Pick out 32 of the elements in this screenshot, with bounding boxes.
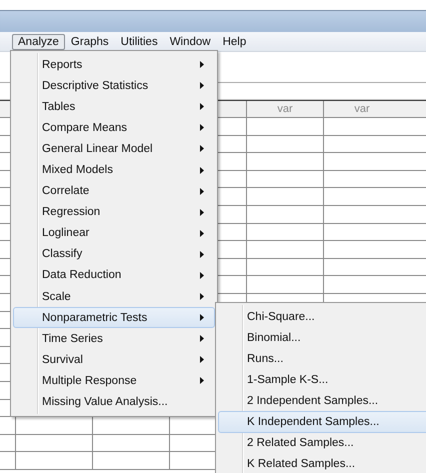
menu-item[interactable]: Time Series bbox=[13, 328, 215, 350]
menu-item[interactable]: Nonparametric Tests bbox=[13, 307, 215, 328]
menu-item[interactable]: Classify bbox=[13, 244, 215, 265]
menu-item[interactable]: Help bbox=[216, 34, 252, 50]
menu-item[interactable]: 2 Independent Samples... bbox=[218, 390, 426, 412]
menu-item[interactable]: Scale bbox=[13, 286, 215, 308]
menu-item[interactable]: Survival bbox=[13, 349, 215, 370]
menu-item[interactable]: Analyze bbox=[12, 34, 65, 50]
menu-item[interactable]: Compare Means bbox=[13, 117, 215, 138]
menu-item[interactable]: 1-Sample K-S... bbox=[218, 369, 426, 390]
menu-item[interactable]: Tables bbox=[13, 96, 215, 118]
menu-item[interactable]: Missing Value Analysis... bbox=[13, 392, 215, 413]
menu-item[interactable]: Descriptive Statistics bbox=[13, 75, 215, 96]
menu-item[interactable]: Regression bbox=[13, 202, 215, 223]
menu-item[interactable]: Chi-Square... bbox=[218, 306, 426, 328]
menu-item[interactable]: Multiple Response bbox=[13, 370, 215, 392]
menu-item[interactable]: Utilities bbox=[114, 34, 164, 50]
column-header: var bbox=[277, 103, 293, 115]
menu-item[interactable]: Binomial... bbox=[218, 327, 426, 348]
menu-item[interactable]: Graphs bbox=[64, 34, 115, 50]
menu-item[interactable]: Correlate bbox=[13, 180, 215, 202]
menu-item[interactable]: 2 Related Samples... bbox=[218, 432, 426, 454]
menu-item[interactable]: Runs... bbox=[218, 348, 426, 370]
menu-item[interactable]: Window bbox=[164, 34, 217, 50]
menu-item[interactable]: K Independent Samples... bbox=[218, 411, 426, 433]
menu-item[interactable]: Reports bbox=[13, 54, 215, 76]
menu-item[interactable]: Mixed Models bbox=[13, 159, 215, 181]
menu-item[interactable]: Loglinear bbox=[13, 222, 215, 244]
column-header: var bbox=[354, 103, 370, 115]
menu-item[interactable]: General Linear Model bbox=[13, 138, 215, 160]
menu-item[interactable]: K Related Samples... bbox=[218, 454, 426, 473]
menu-item[interactable]: Data Reduction bbox=[13, 264, 215, 286]
